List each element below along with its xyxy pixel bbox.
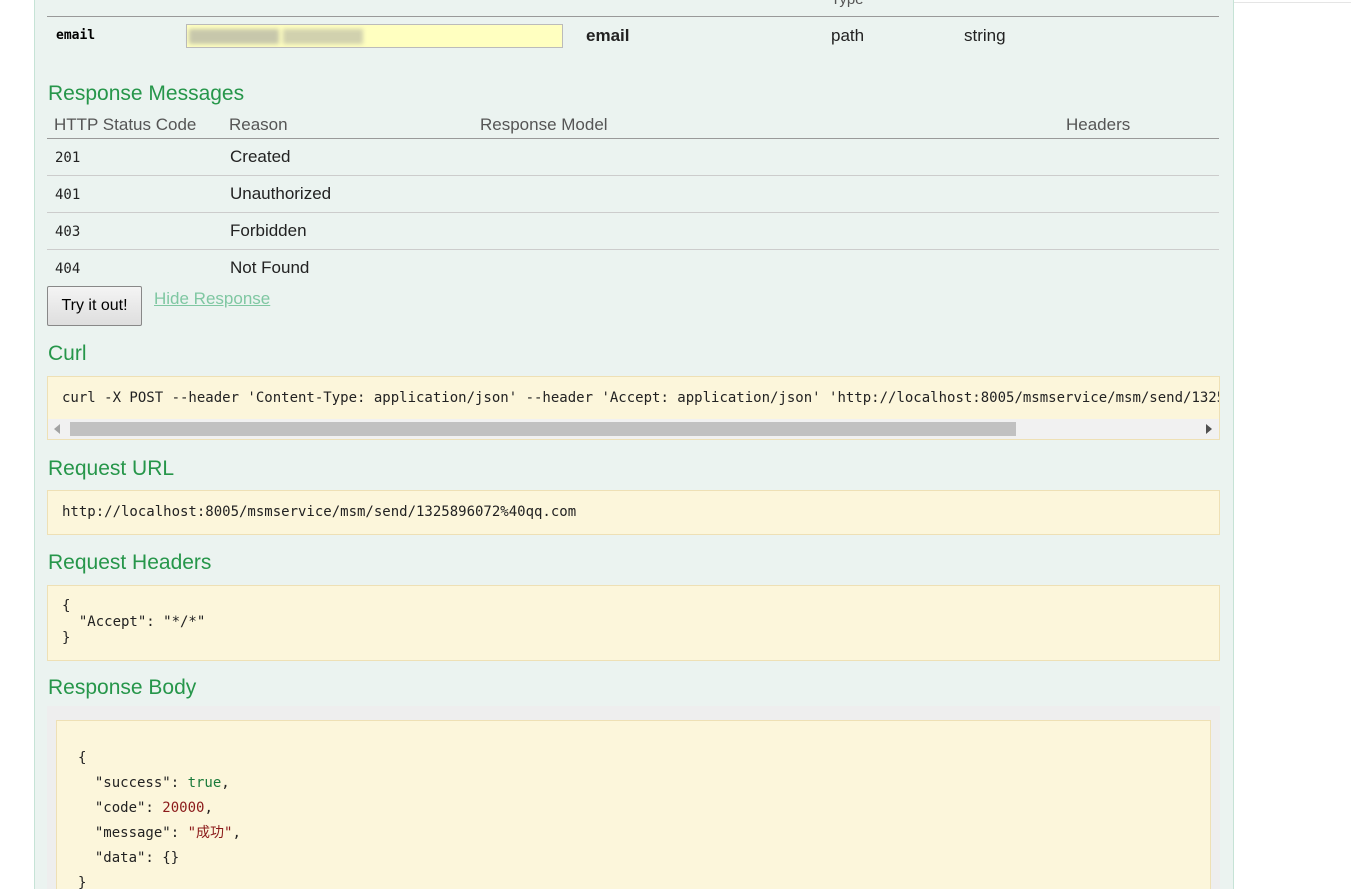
response-messages-table: HTTP Status Code Reason Response Model H… xyxy=(47,112,1219,287)
status-reason: Unauthorized xyxy=(230,184,332,203)
response-body-container: { "success": true, "code": 20000, "messa… xyxy=(47,706,1220,889)
status-reason: Created xyxy=(230,147,291,166)
json-brace: } xyxy=(78,875,87,889)
table-header: HTTP Status Code Reason Response Model H… xyxy=(47,112,1219,139)
json-brace: } xyxy=(62,630,71,646)
json-brace: { xyxy=(62,598,71,614)
curl-command: curl -X POST --header 'Content-Type: app… xyxy=(62,390,1220,406)
scrollbar-thumb[interactable] xyxy=(70,422,1016,436)
json-value: "成功" xyxy=(187,825,233,841)
status-reason: Forbidden xyxy=(230,221,307,240)
response-body-box: { "success": true, "code": 20000, "messa… xyxy=(56,720,1211,889)
json-line: "Accept": "*/*" xyxy=(62,614,206,630)
try-it-out-button[interactable]: Try it out! xyxy=(47,286,142,326)
horizontal-scrollbar[interactable] xyxy=(48,419,1219,439)
status-code: 404 xyxy=(55,261,81,277)
table-row: 401 Unauthorized xyxy=(47,176,1219,213)
redacted-blur xyxy=(283,29,363,44)
column-header: Reason xyxy=(229,115,288,134)
table-row: 201 Created xyxy=(47,139,1219,176)
json-line: "data": {} xyxy=(78,850,180,866)
status-code: 401 xyxy=(55,187,81,203)
column-header: Headers xyxy=(1066,115,1131,134)
table-row: 403 Forbidden xyxy=(47,213,1219,250)
redacted-blur xyxy=(189,29,279,44)
parameter-data-type: string xyxy=(964,26,1006,45)
request-url-value: http://localhost:8005/msmservice/msm/sen… xyxy=(62,504,577,520)
hide-response-link[interactable]: Hide Response xyxy=(154,289,270,309)
table-row: 404 Not Found xyxy=(47,250,1219,287)
status-code: 201 xyxy=(55,150,81,166)
page-top-rule xyxy=(1234,2,1351,3)
operation-panel: Type email email path string Response Me… xyxy=(34,0,1234,889)
json-key: "code": xyxy=(78,800,163,816)
parameter-description: email xyxy=(586,26,630,45)
status-code: 403 xyxy=(55,224,81,240)
json-value: 20000 xyxy=(162,800,205,816)
column-header: HTTP Status Code xyxy=(54,115,197,134)
request-headers-json: { "Accept": "*/*" } xyxy=(62,598,205,646)
column-header: Response Model xyxy=(480,115,608,134)
request-headers-title: Request Headers xyxy=(48,551,212,574)
parameter-type: path xyxy=(831,26,865,45)
request-url-box: http://localhost:8005/msmservice/msm/sen… xyxy=(47,490,1220,535)
request-headers-box: { "Accept": "*/*" } xyxy=(47,585,1220,661)
curl-box: curl -X POST --header 'Content-Type: app… xyxy=(47,376,1220,440)
json-brace: { xyxy=(78,750,87,766)
status-reason: Not Found xyxy=(230,258,310,277)
scroll-right-arrow-icon[interactable] xyxy=(1206,424,1212,434)
parameter-name: email xyxy=(56,28,96,43)
response-messages-title: Response Messages xyxy=(48,82,245,105)
response-body-title: Response Body xyxy=(48,676,197,699)
parameter-row: email email path string xyxy=(47,17,1219,57)
param-header-type: Type xyxy=(831,0,864,8)
json-value: true xyxy=(187,775,222,791)
json-key: "success": xyxy=(78,775,188,791)
curl-title: Curl xyxy=(48,342,87,365)
request-url-title: Request URL xyxy=(48,457,175,480)
scroll-left-arrow-icon[interactable] xyxy=(54,424,60,434)
response-body-json: { "success": true, "code": 20000, "messa… xyxy=(78,750,241,889)
json-key: "message": xyxy=(78,825,188,841)
